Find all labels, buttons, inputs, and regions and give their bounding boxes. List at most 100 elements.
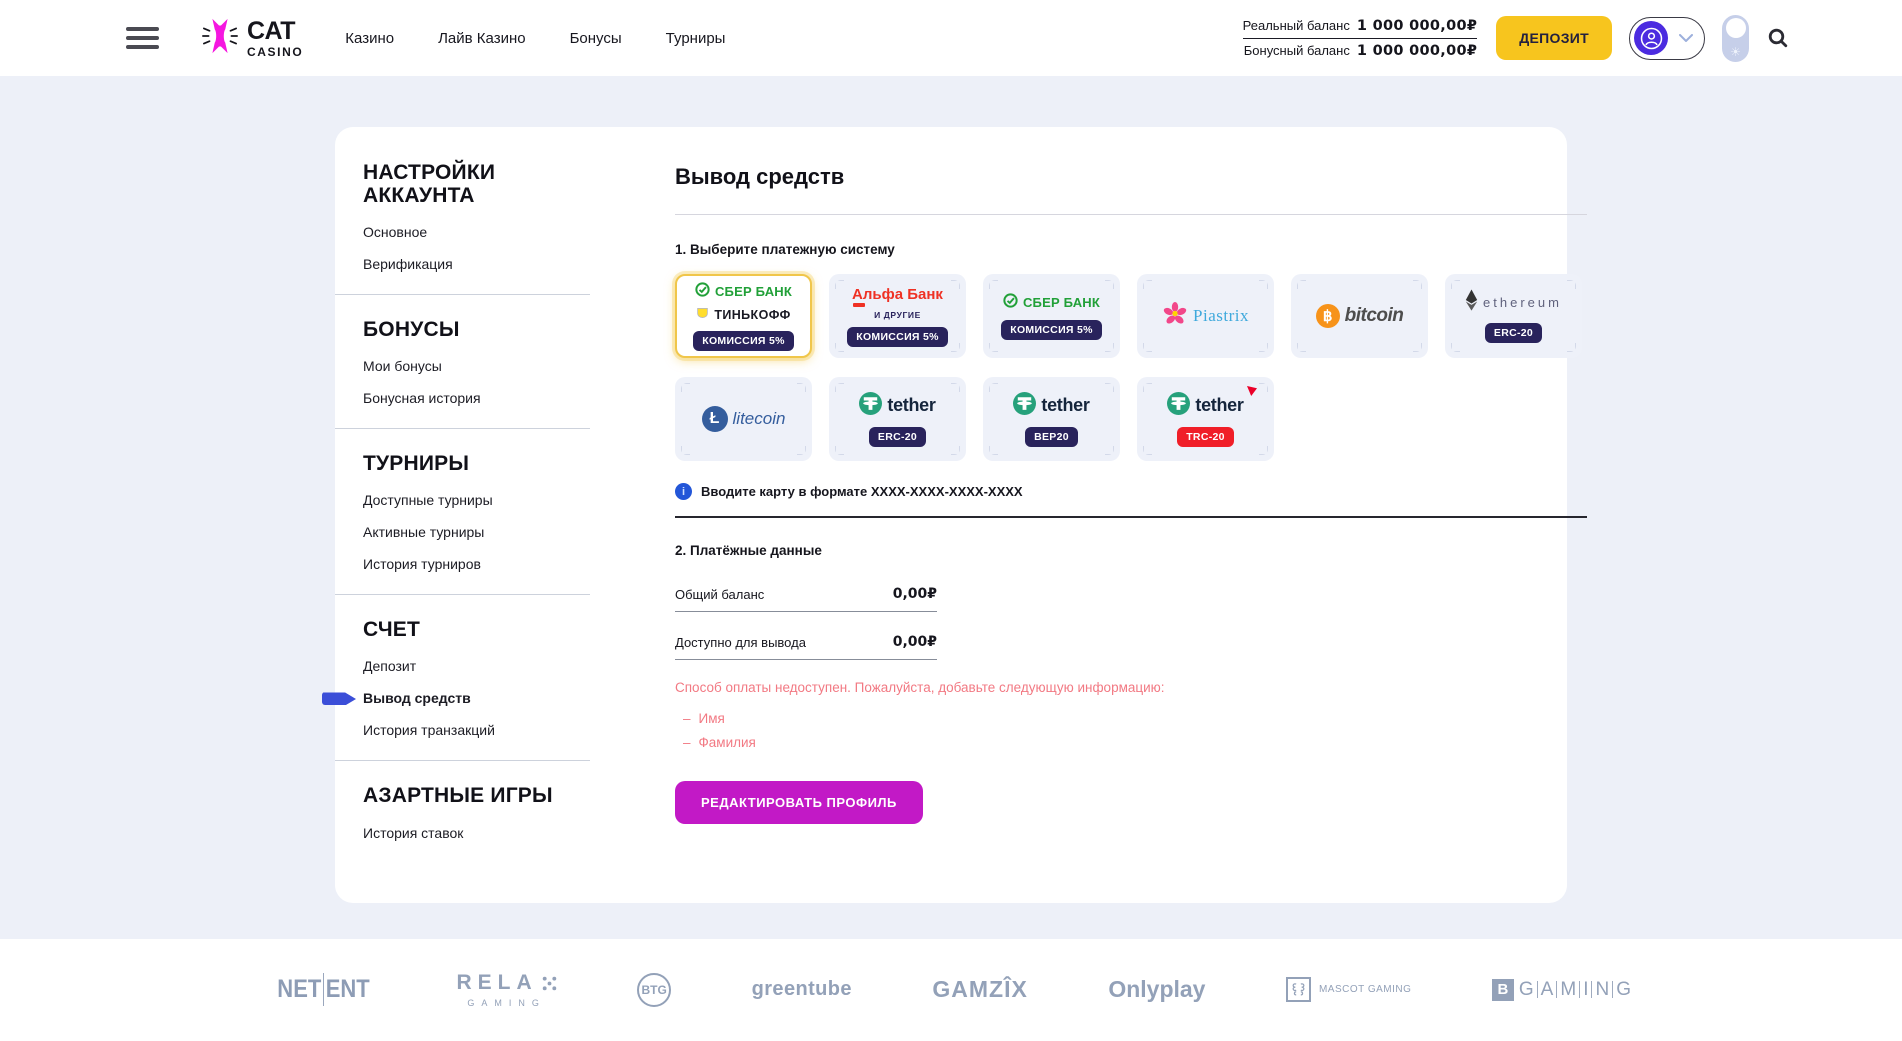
sberbank-check-icon — [1003, 293, 1018, 313]
sberbank-check-icon — [695, 282, 710, 302]
real-balance-label: Реальный баланс — [1243, 18, 1350, 33]
mascot-ornament-icon — [1286, 977, 1311, 1002]
sidebar-item-withdrawal[interactable]: Вывод средств — [363, 690, 627, 707]
section-title-account-settings: НАСТРОЙКИ АККАУНТА — [363, 161, 568, 207]
provider-logo-relax-gaming: RELA GAMING — [456, 971, 556, 1008]
sidebar-divider — [335, 428, 590, 429]
search-icon — [1766, 26, 1790, 50]
chevron-down-icon — [1679, 29, 1693, 47]
sidebar-divider — [335, 760, 590, 761]
available-balance-value: 0,00₽ — [893, 634, 937, 650]
sidebar-item-deposit[interactable]: Депозит — [363, 658, 627, 675]
available-balance-label: Доступно для вывода — [675, 635, 806, 650]
payment-tile-piastrix[interactable]: Piastrix — [1137, 274, 1274, 358]
sidebar-item-general[interactable]: Основное — [363, 224, 627, 241]
toggle-knob — [1726, 18, 1746, 38]
sidebar-item-transaction-history[interactable]: История транзакций — [363, 722, 627, 739]
payment-tile-tether-trc20[interactable]: tether TRC-20 — [1137, 377, 1274, 461]
network-badge: ERC-20 — [869, 427, 926, 447]
theme-toggle[interactable]: ☀ — [1722, 15, 1749, 62]
payment-tile-tether-erc20[interactable]: tether ERC-20 — [829, 377, 966, 461]
account-sidebar: НАСТРОЙКИ АККАУНТА Основное Верификация … — [335, 161, 627, 857]
cat-logo-icon — [201, 16, 239, 61]
divider — [675, 214, 1587, 215]
section-title-gambling: АЗАРТНЫЕ ИГРЫ — [363, 784, 568, 807]
sidebar-item-bet-history[interactable]: История ставок — [363, 825, 627, 842]
hamburger-menu-icon[interactable] — [126, 22, 159, 54]
avatar — [1634, 21, 1668, 55]
step1-label: 1. Выберите платежную систему — [675, 242, 1587, 257]
site-logo[interactable]: CAT CASINO — [201, 16, 303, 61]
nav-bonuses[interactable]: Бонусы — [570, 30, 622, 47]
balance-block: Реальный баланс 1 000 000,00₽ Бонусный б… — [1243, 14, 1478, 63]
payment-tile-tether-bep20[interactable]: tether BEP20 — [983, 377, 1120, 461]
netent-bar — [323, 973, 324, 1006]
sidebar-divider — [335, 594, 590, 595]
tether-icon — [1013, 392, 1036, 420]
payment-tile-ethereum[interactable]: ethereum ERC-20 — [1445, 274, 1582, 358]
sidebar-item-my-bonuses[interactable]: Мои бонусы — [363, 358, 627, 375]
logo-title: CAT — [247, 19, 303, 44]
tinkoff-crest-icon — [696, 306, 709, 324]
nav-tournaments[interactable]: Турниры — [666, 30, 726, 47]
active-item-arrow — [322, 692, 356, 705]
payment-tile-sberbank-tinkoff[interactable]: СБЕР БАНК ТИНЬКОФФ КОМИССИЯ 5% — [675, 274, 812, 358]
logo-subtitle: CASINO — [247, 46, 303, 58]
page-title: Вывод средств — [675, 164, 1587, 190]
tether-icon — [859, 392, 882, 420]
sidebar-item-bonus-history[interactable]: Бонусная история — [363, 390, 627, 407]
payment-tile-alfabank[interactable]: Альфа Банк И ДРУГИЕ КОМИССИЯ 5% — [829, 274, 966, 358]
sidebar-item-tournament-history[interactable]: История турниров — [363, 556, 627, 573]
payment-tile-litecoin[interactable]: Ł litecoin — [675, 377, 812, 461]
total-balance-label: Общий баланс — [675, 587, 764, 602]
divider-dark — [675, 516, 1587, 518]
step2-label: 2. Платёжные данные — [675, 543, 1587, 558]
nav-live-casino[interactable]: Лайв Казино — [438, 30, 526, 47]
commission-badge: КОМИССИЯ 5% — [693, 331, 794, 351]
commission-badge: КОМИССИЯ 5% — [847, 327, 948, 347]
top-navbar: CAT CASINO Казино Лайв Казино Бонусы Тур… — [0, 0, 1902, 76]
tron-icon — [1247, 383, 1257, 401]
sidebar-item-available-tournaments[interactable]: Доступные турниры — [363, 492, 627, 509]
search-button[interactable] — [1766, 26, 1790, 50]
card-format-note: i Вводите карту в формате ХХХХ-ХХХХ-ХХХХ… — [675, 483, 1587, 500]
piastrix-flower-icon — [1162, 301, 1188, 332]
ethereum-diamond-icon — [1465, 289, 1478, 316]
account-card: НАСТРОЙКИ АККАУНТА Основное Верификация … — [335, 127, 1567, 903]
withdrawal-content: Вывод средств 1. Выберите платежную сист… — [627, 161, 1624, 857]
total-balance-value: 0,00₽ — [893, 586, 937, 602]
total-balance-row: Общий баланс 0,00₽ — [675, 575, 937, 612]
sidebar-item-verification[interactable]: Верификация — [363, 256, 627, 273]
commission-badge: КОМИССИЯ 5% — [1001, 320, 1102, 340]
payment-tile-bitcoin[interactable]: ฿ bitcoin — [1291, 274, 1428, 358]
provider-logo-gamzix: GAMZÎX — [932, 976, 1027, 1003]
info-icon: i — [675, 483, 692, 500]
bonus-balance-value: 1 000 000,00₽ — [1357, 43, 1477, 59]
network-badge: TRC-20 — [1177, 427, 1234, 447]
deposit-button[interactable]: ДЕПОЗИТ — [1496, 16, 1612, 60]
bonus-balance-label: Бонусный баланс — [1244, 43, 1350, 58]
sun-icon: ☀ — [1722, 45, 1749, 59]
missing-field-first-name: Имя — [683, 711, 1587, 726]
sidebar-item-active-tournaments[interactable]: Активные турниры — [363, 524, 627, 541]
available-balance-row: Доступно для вывода 0,00₽ — [675, 623, 937, 660]
nav-casino[interactable]: Казино — [345, 30, 394, 47]
real-balance-value: 1 000 000,00₽ — [1357, 18, 1477, 34]
section-title-tournaments: ТУРНИРЫ — [363, 452, 568, 475]
litecoin-icon: Ł — [702, 406, 728, 432]
payment-unavailable-message: Способ оплаты недоступен. Пожалуйста, до… — [675, 680, 1587, 695]
provider-logo-greentube: greentube — [752, 978, 852, 1001]
relax-dots-x-icon — [542, 976, 557, 991]
provider-logo-btg: BTG — [637, 973, 671, 1007]
provider-logo-bgaming: B G A M I N G — [1492, 979, 1631, 1001]
section-title-bonuses: БОНУСЫ — [363, 318, 568, 341]
missing-field-last-name: Фамилия — [683, 735, 1587, 750]
provider-logo-netent: NET ENT — [277, 973, 369, 1006]
bonus-balance-row: Бонусный баланс 1 000 000,00₽ — [1243, 38, 1478, 63]
payment-tile-sberbank[interactable]: СБЕР БАНК КОМИССИЯ 5% — [983, 274, 1120, 358]
account-menu[interactable] — [1629, 17, 1705, 60]
network-badge: ERC-20 — [1485, 323, 1542, 343]
network-badge: BEP20 — [1025, 427, 1078, 447]
edit-profile-button[interactable]: РЕДАКТИРОВАТЬ ПРОФИЛЬ — [675, 781, 923, 824]
provider-logo-onlyplay: Onlyplay — [1108, 976, 1205, 1003]
